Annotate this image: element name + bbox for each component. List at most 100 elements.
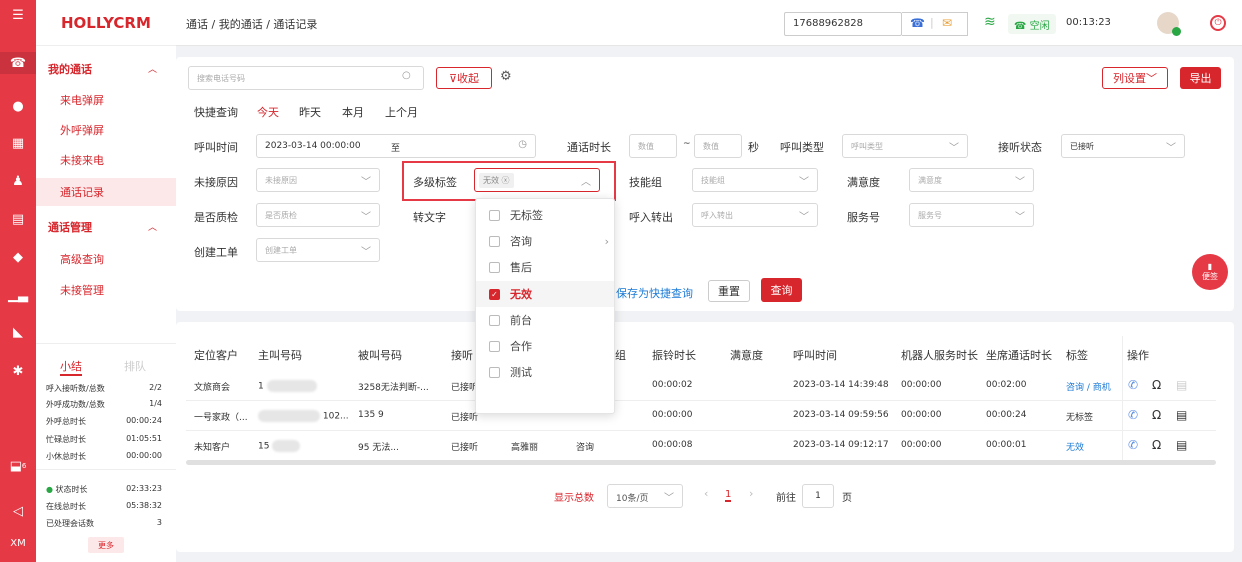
reset-button[interactable]: 重置 bbox=[708, 280, 750, 302]
sidebar-item-missed-calls[interactable]: 未接来电 bbox=[36, 146, 176, 174]
call-controls[interactable]: ☎ | ✉ bbox=[902, 12, 968, 36]
cell-tag[interactable]: 咨询 / 商机 bbox=[1066, 380, 1111, 393]
satisfaction-select[interactable]: 满意度 ﹀ bbox=[909, 168, 1034, 192]
cell-talk: 00:00:01 bbox=[986, 440, 1027, 450]
option-no-tag[interactable]: 无标签 bbox=[489, 206, 543, 224]
chat-icon[interactable]: ● bbox=[0, 95, 36, 117]
tab-queue[interactable]: 排队 bbox=[124, 358, 146, 374]
call-type-select[interactable]: 呼叫类型 ﹀ bbox=[842, 134, 968, 158]
next-page-icon[interactable]: › bbox=[749, 487, 753, 500]
phone-icon[interactable]: ✆ bbox=[1128, 438, 1138, 452]
checkbox-checked[interactable]: ✓ bbox=[489, 288, 500, 300]
duration-min-input[interactable]: 数值 bbox=[629, 134, 677, 158]
checkbox[interactable] bbox=[489, 209, 500, 221]
cell-customer[interactable]: 文旅商会 bbox=[194, 380, 230, 393]
call-time-range[interactable]: 2023-03-14 00:00:00 至 ◷ bbox=[256, 134, 536, 158]
query-button[interactable]: 查询 bbox=[761, 278, 802, 302]
sidebar-group-call-management[interactable]: 通话管理 bbox=[48, 219, 92, 235]
quick-yesterday[interactable]: 昨天 bbox=[299, 104, 321, 120]
skill-group-select[interactable]: 技能组 ﹀ bbox=[692, 168, 818, 192]
phone-icon[interactable]: ✆ bbox=[1128, 408, 1138, 422]
headphones-icon[interactable]: Ω bbox=[1152, 408, 1161, 422]
search-icon[interactable]: ○ bbox=[402, 70, 411, 81]
sidebar-item-call-records[interactable]: 通话记录 bbox=[36, 178, 176, 206]
collapse-button[interactable]: ⊽ 收起 bbox=[436, 67, 492, 89]
sidebar-item-outgoing-popup[interactable]: 外呼弹屏 bbox=[36, 116, 176, 144]
checkbox[interactable] bbox=[489, 366, 500, 378]
clipboard-icon[interactable]: ▤ bbox=[0, 208, 36, 230]
option-consult[interactable]: 咨询 › bbox=[489, 232, 609, 250]
prev-page-icon[interactable]: ‹ bbox=[704, 487, 708, 500]
column-settings-button[interactable]: 列设置 ﹀ bbox=[1102, 67, 1168, 89]
stat-label: 小休总时长 bbox=[46, 452, 86, 461]
stat-label: 外呼成功数/总数 bbox=[46, 400, 105, 409]
agent-status[interactable]: ☎ 空闲 bbox=[1008, 14, 1056, 34]
gear-icon[interactable]: ✱ bbox=[0, 360, 36, 382]
sidebar-group-my-calls[interactable]: 我的通话 bbox=[48, 61, 92, 77]
option-invalid[interactable]: ✓ 无效 bbox=[489, 285, 532, 303]
checkbox[interactable] bbox=[489, 235, 500, 247]
page-current[interactable]: 1 bbox=[725, 489, 732, 502]
quick-this-month[interactable]: 本月 bbox=[342, 104, 364, 120]
export-button[interactable]: 导出 bbox=[1180, 67, 1221, 89]
checkbox[interactable] bbox=[489, 340, 500, 352]
notification-icon[interactable]: ⬓ 6 bbox=[0, 455, 36, 477]
document-icon[interactable]: ▤ bbox=[1176, 438, 1187, 452]
checkbox[interactable] bbox=[489, 314, 500, 326]
checkbox[interactable] bbox=[489, 261, 500, 273]
qc-select[interactable]: 是否质检 ﹀ bbox=[256, 203, 380, 227]
cell-tag[interactable]: 无效 bbox=[1066, 440, 1084, 453]
phone-number-field[interactable]: 17688962828 bbox=[784, 12, 902, 36]
duration-max-input[interactable]: 数值 bbox=[694, 134, 742, 158]
document-icon[interactable]: ▤ bbox=[1176, 408, 1187, 422]
tag-chip[interactable]: 无效 ⓧ bbox=[479, 173, 514, 188]
notes-float-button[interactable]: ▮ 便签 bbox=[1192, 254, 1228, 290]
sidebar-item-incoming-popup[interactable]: 来电弹屏 bbox=[36, 86, 176, 114]
shield-icon[interactable]: ◆ bbox=[0, 246, 36, 268]
power-icon[interactable]: ⏻ bbox=[1210, 15, 1226, 31]
more-button[interactable]: 更多 bbox=[88, 537, 124, 553]
option-front-desk[interactable]: 前台 bbox=[489, 311, 532, 329]
cell-customer[interactable]: 一号家政（... bbox=[194, 410, 248, 423]
tags-select[interactable]: 无效 ⓧ ︿ bbox=[474, 168, 600, 192]
answer-status-select[interactable]: 已接听 ﹀ bbox=[1061, 134, 1185, 158]
phone-icon[interactable]: ☎ bbox=[0, 52, 36, 74]
clock-icon: ◷ bbox=[518, 139, 527, 150]
save-quick-query-link[interactable]: 保存为快捷查询 bbox=[616, 285, 693, 301]
transfer-select[interactable]: 呼入转出 ﹀ bbox=[692, 203, 818, 227]
quick-last-month[interactable]: 上个月 bbox=[385, 104, 418, 120]
bar-chart-icon[interactable]: ▁▃ bbox=[0, 284, 36, 306]
user-icon[interactable]: ♟ bbox=[0, 170, 36, 192]
goto-page-input[interactable]: 1 bbox=[802, 484, 834, 508]
settings-icon[interactable]: ⚙ bbox=[500, 69, 512, 84]
create-ticket-select[interactable]: 创建工单 ﹀ bbox=[256, 238, 380, 262]
megaphone-icon[interactable]: ◣ bbox=[0, 321, 36, 343]
service-number-select[interactable]: 服务号 ﹀ bbox=[909, 203, 1034, 227]
document-icon[interactable]: ▤ bbox=[1176, 378, 1187, 392]
chat-bubble-icon[interactable]: ✉ bbox=[942, 16, 952, 30]
cell-talk: 00:00:24 bbox=[986, 410, 1027, 420]
grid-icon[interactable]: ▦ bbox=[0, 132, 36, 154]
horizontal-scrollbar[interactable] bbox=[186, 460, 1216, 465]
chevron-up-icon[interactable]: ︿ bbox=[148, 220, 157, 233]
cell-customer[interactable]: 未知客户 bbox=[194, 440, 230, 453]
quick-today[interactable]: 今天 bbox=[257, 104, 279, 120]
miss-reason-select[interactable]: 未接原因 ﹀ bbox=[256, 168, 380, 192]
search-input[interactable]: 搜索电话号码 bbox=[188, 66, 424, 90]
page-size-select[interactable]: 10条/页 ﹀ bbox=[607, 484, 683, 508]
headphones-icon[interactable]: Ω bbox=[1152, 378, 1161, 392]
menu-icon[interactable]: ☰ bbox=[0, 4, 36, 26]
option-cooperation[interactable]: 合作 bbox=[489, 337, 532, 355]
sidebar-item-missed-management[interactable]: 未接管理 bbox=[36, 276, 176, 304]
option-test[interactable]: 测试 bbox=[489, 363, 532, 381]
tab-summary[interactable]: 小结 bbox=[60, 358, 82, 376]
sidebar-item-advanced-search[interactable]: 高级查询 bbox=[36, 245, 176, 273]
headphones-icon[interactable]: Ω bbox=[1152, 438, 1161, 452]
option-after-sales[interactable]: 售后 bbox=[489, 258, 532, 276]
chevron-up-icon[interactable]: ︿ bbox=[148, 62, 157, 75]
phone-icon[interactable]: ☎ bbox=[910, 16, 925, 30]
collapse-icon[interactable]: ◁ bbox=[0, 500, 36, 522]
seconds-unit: 秒 bbox=[748, 141, 759, 154]
col-tags: 标签 bbox=[1066, 349, 1088, 362]
phone-icon[interactable]: ✆ bbox=[1128, 378, 1138, 392]
